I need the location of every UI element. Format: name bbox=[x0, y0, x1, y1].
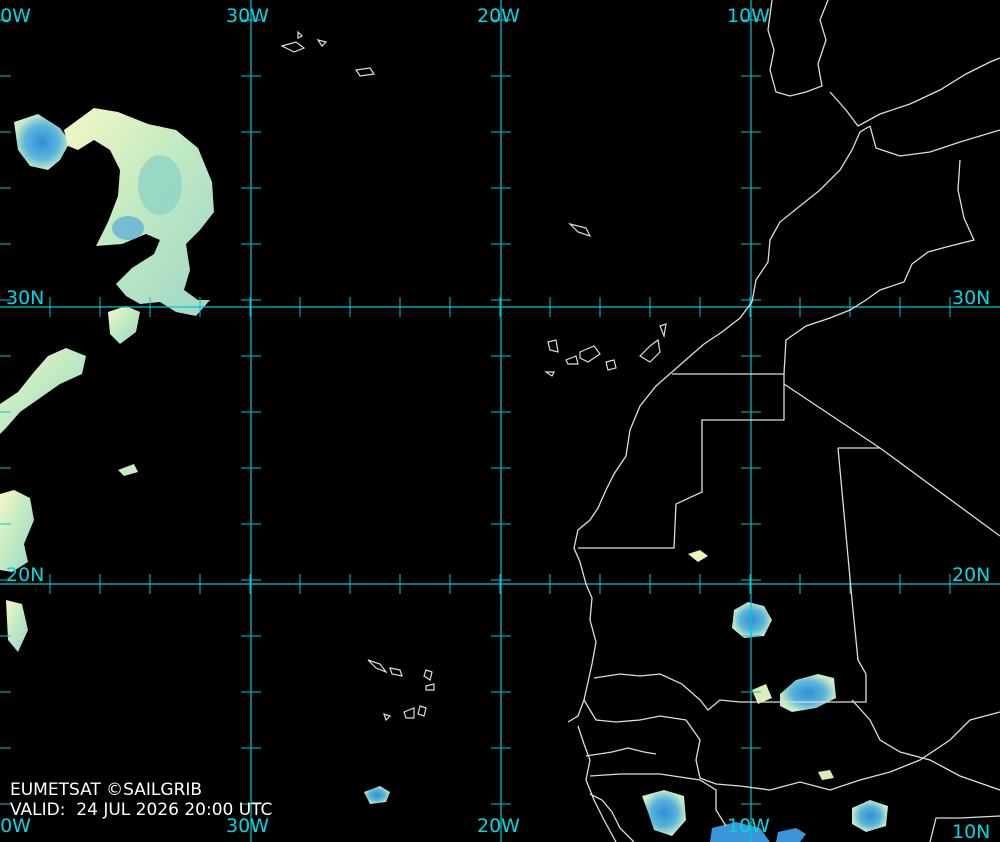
cloud-cover bbox=[0, 108, 888, 842]
coast-iberia bbox=[767, 0, 829, 97]
valid-time-line: VALID: 24 JUL 2026 20:00 UTC bbox=[10, 800, 272, 820]
azores-2 bbox=[316, 39, 328, 47]
coast-iberia-south bbox=[829, 57, 1000, 127]
lon-label-top-40w: 40W bbox=[0, 5, 31, 27]
canary-4 bbox=[605, 359, 617, 371]
madeira bbox=[568, 222, 592, 238]
lat-label-left-30n: 30N bbox=[6, 287, 45, 309]
cloud-west-band-2 bbox=[108, 306, 140, 344]
cape-verde-5 bbox=[383, 713, 392, 722]
cloud-northwest-body bbox=[64, 108, 214, 316]
border-mauritania-mali bbox=[783, 383, 1000, 537]
lon-label-top-10w: 10W bbox=[727, 5, 770, 27]
cloud-ocean-1 bbox=[364, 786, 390, 804]
cloud-core-blue-2 bbox=[112, 216, 144, 240]
canary-3 bbox=[579, 345, 601, 363]
azores-1 bbox=[280, 41, 306, 53]
lat-label-left-20n: 20N bbox=[6, 564, 45, 586]
cape-verde-3 bbox=[423, 669, 433, 681]
coastlines bbox=[567, 0, 1000, 842]
cloud-ocean-2 bbox=[688, 550, 708, 562]
lon-label-bottom-right: 10N bbox=[952, 821, 991, 842]
islands bbox=[280, 30, 667, 722]
cloud-south-4 bbox=[776, 828, 806, 842]
border-mauritania-east bbox=[593, 447, 880, 711]
canary-6 bbox=[659, 323, 667, 339]
canary-2 bbox=[565, 355, 579, 365]
cape-verde-6 bbox=[403, 707, 415, 719]
cloud-northwest bbox=[14, 114, 70, 170]
coast-morocco bbox=[567, 125, 871, 723]
cloud-west-band bbox=[0, 348, 86, 434]
lon-label-bottom-20w: 20W bbox=[477, 815, 520, 837]
cloud-west-edge-2 bbox=[6, 600, 28, 652]
valid-label: VALID: bbox=[10, 800, 66, 820]
cape-verde-1 bbox=[367, 659, 388, 674]
canary-7 bbox=[544, 371, 555, 377]
cloud-south-3 bbox=[852, 800, 888, 832]
border-morocco-south bbox=[672, 159, 975, 375]
lon-label-bottom-10w: 10W bbox=[727, 815, 770, 837]
cloud-small-west bbox=[118, 464, 138, 476]
azores-3 bbox=[354, 67, 376, 77]
credit-text: EUMETSAT ©SAILGRIB bbox=[10, 780, 203, 800]
border-gambia bbox=[585, 747, 657, 757]
cloud-west-edge bbox=[0, 490, 34, 572]
map-canvas bbox=[0, 0, 1000, 842]
lon-label-top-20w: 20W bbox=[477, 5, 520, 27]
cloud-core-blue bbox=[138, 155, 182, 215]
border-morocco-algeria bbox=[869, 125, 1000, 157]
canary-5 bbox=[639, 338, 661, 363]
azores-4 bbox=[297, 30, 304, 39]
cloud-sahel-3 bbox=[752, 684, 772, 704]
cape-verde-2 bbox=[389, 667, 403, 677]
border-senegal bbox=[583, 699, 1000, 791]
coast-senegal-south bbox=[577, 725, 617, 842]
cape-verde-7 bbox=[417, 705, 427, 717]
cloud-sahel-2 bbox=[780, 674, 836, 712]
satellite-map: 40W 30W 20W 10W 30N 30N 20N 20N 40W 30W … bbox=[0, 0, 1000, 842]
cloud-ocean-3 bbox=[818, 770, 834, 780]
lat-label-right-30n: 30N bbox=[952, 287, 991, 309]
lat-label-right-20n: 20N bbox=[952, 564, 991, 586]
lon-label-top-30w: 30W bbox=[226, 5, 269, 27]
cape-verde-4 bbox=[425, 683, 435, 691]
border-western-sahara bbox=[578, 374, 785, 549]
canary-1 bbox=[547, 339, 559, 353]
cloud-sahel-1 bbox=[732, 602, 772, 638]
cloud-south-1 bbox=[642, 790, 686, 836]
valid-time: 24 JUL 2026 20:00 UTC bbox=[76, 800, 273, 820]
